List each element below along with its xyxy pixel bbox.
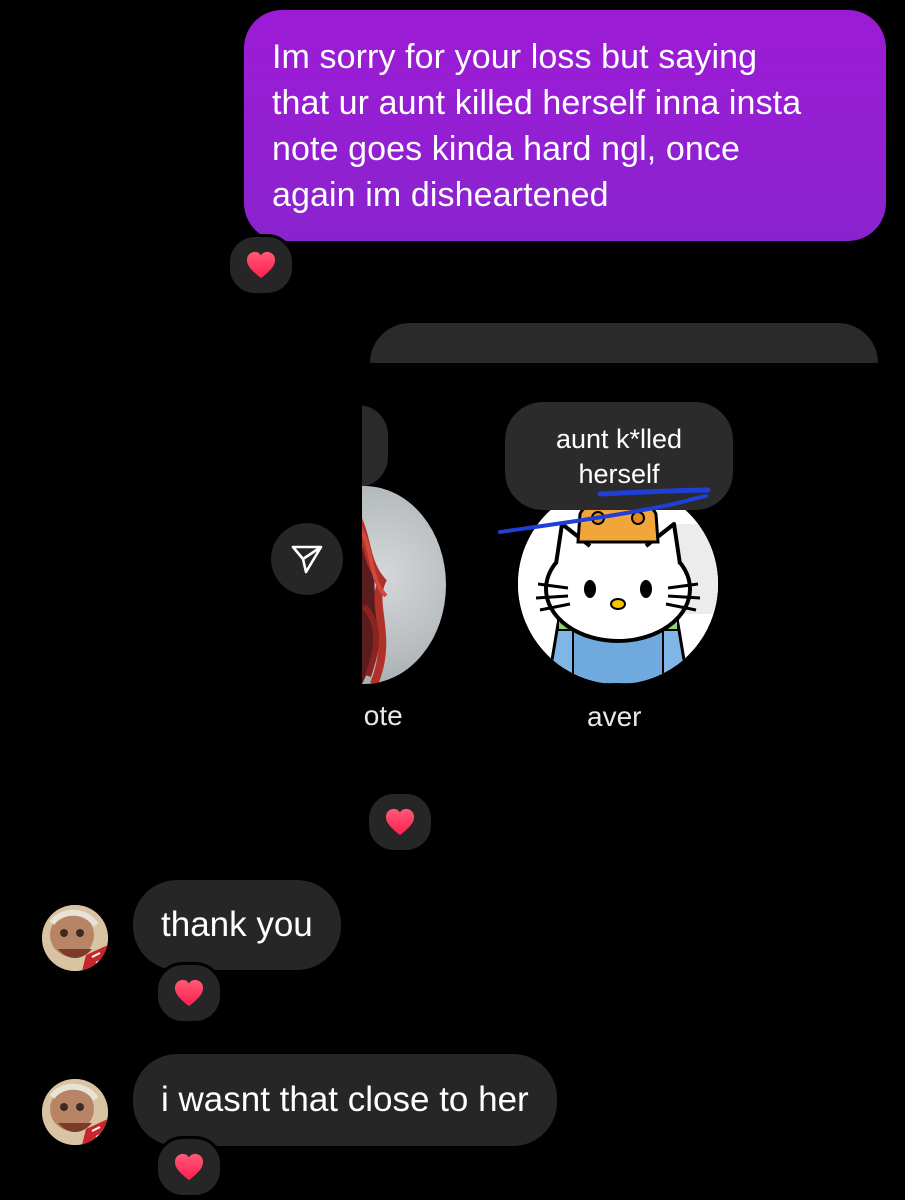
share-button[interactable] <box>271 523 343 595</box>
paper-plane-icon <box>291 545 323 574</box>
received-message-bubble[interactable]: thank you <box>133 880 341 970</box>
sent-message-bubble[interactable]: Im sorry for your loss but saying that u… <box>244 10 886 241</box>
received-message-reaction[interactable] <box>155 962 223 1024</box>
note-right-label: aver <box>587 701 642 732</box>
received-message-reaction[interactable] <box>155 1136 223 1198</box>
note-left-clip: ıote <box>362 344 462 760</box>
note-left-avatar[interactable] <box>362 486 446 684</box>
avatar[interactable] <box>42 905 108 971</box>
sent-message-line: that ur aunt killed herself inna insta <box>272 84 802 122</box>
received-message-text: i wasnt that close to her <box>161 1080 529 1119</box>
profile-picture <box>42 905 108 971</box>
shared-note-reaction[interactable] <box>366 791 434 853</box>
avatar[interactable] <box>42 1079 108 1145</box>
profile-picture <box>42 1079 108 1145</box>
note-left-bubble[interactable] <box>362 405 388 487</box>
hair-image <box>362 518 388 684</box>
sent-message-reaction[interactable] <box>227 234 295 296</box>
heart-icon <box>385 808 415 836</box>
note-left-label: ıote <box>362 700 403 731</box>
heart-icon <box>246 251 276 279</box>
heart-icon <box>174 979 204 1007</box>
sent-message-line: Im sorry for your loss but saying <box>272 38 758 76</box>
sent-message-line: note goes kinda hard ngl, once <box>272 130 741 168</box>
heart-icon <box>174 1153 204 1181</box>
sent-message-line: again im disheartened <box>272 176 609 214</box>
scribble-underline <box>498 487 711 534</box>
received-message-bubble[interactable]: i wasnt that close to her <box>133 1054 557 1146</box>
received-message-text: thank you <box>161 905 313 944</box>
note-right-line: aunt k*lled <box>555 424 683 454</box>
